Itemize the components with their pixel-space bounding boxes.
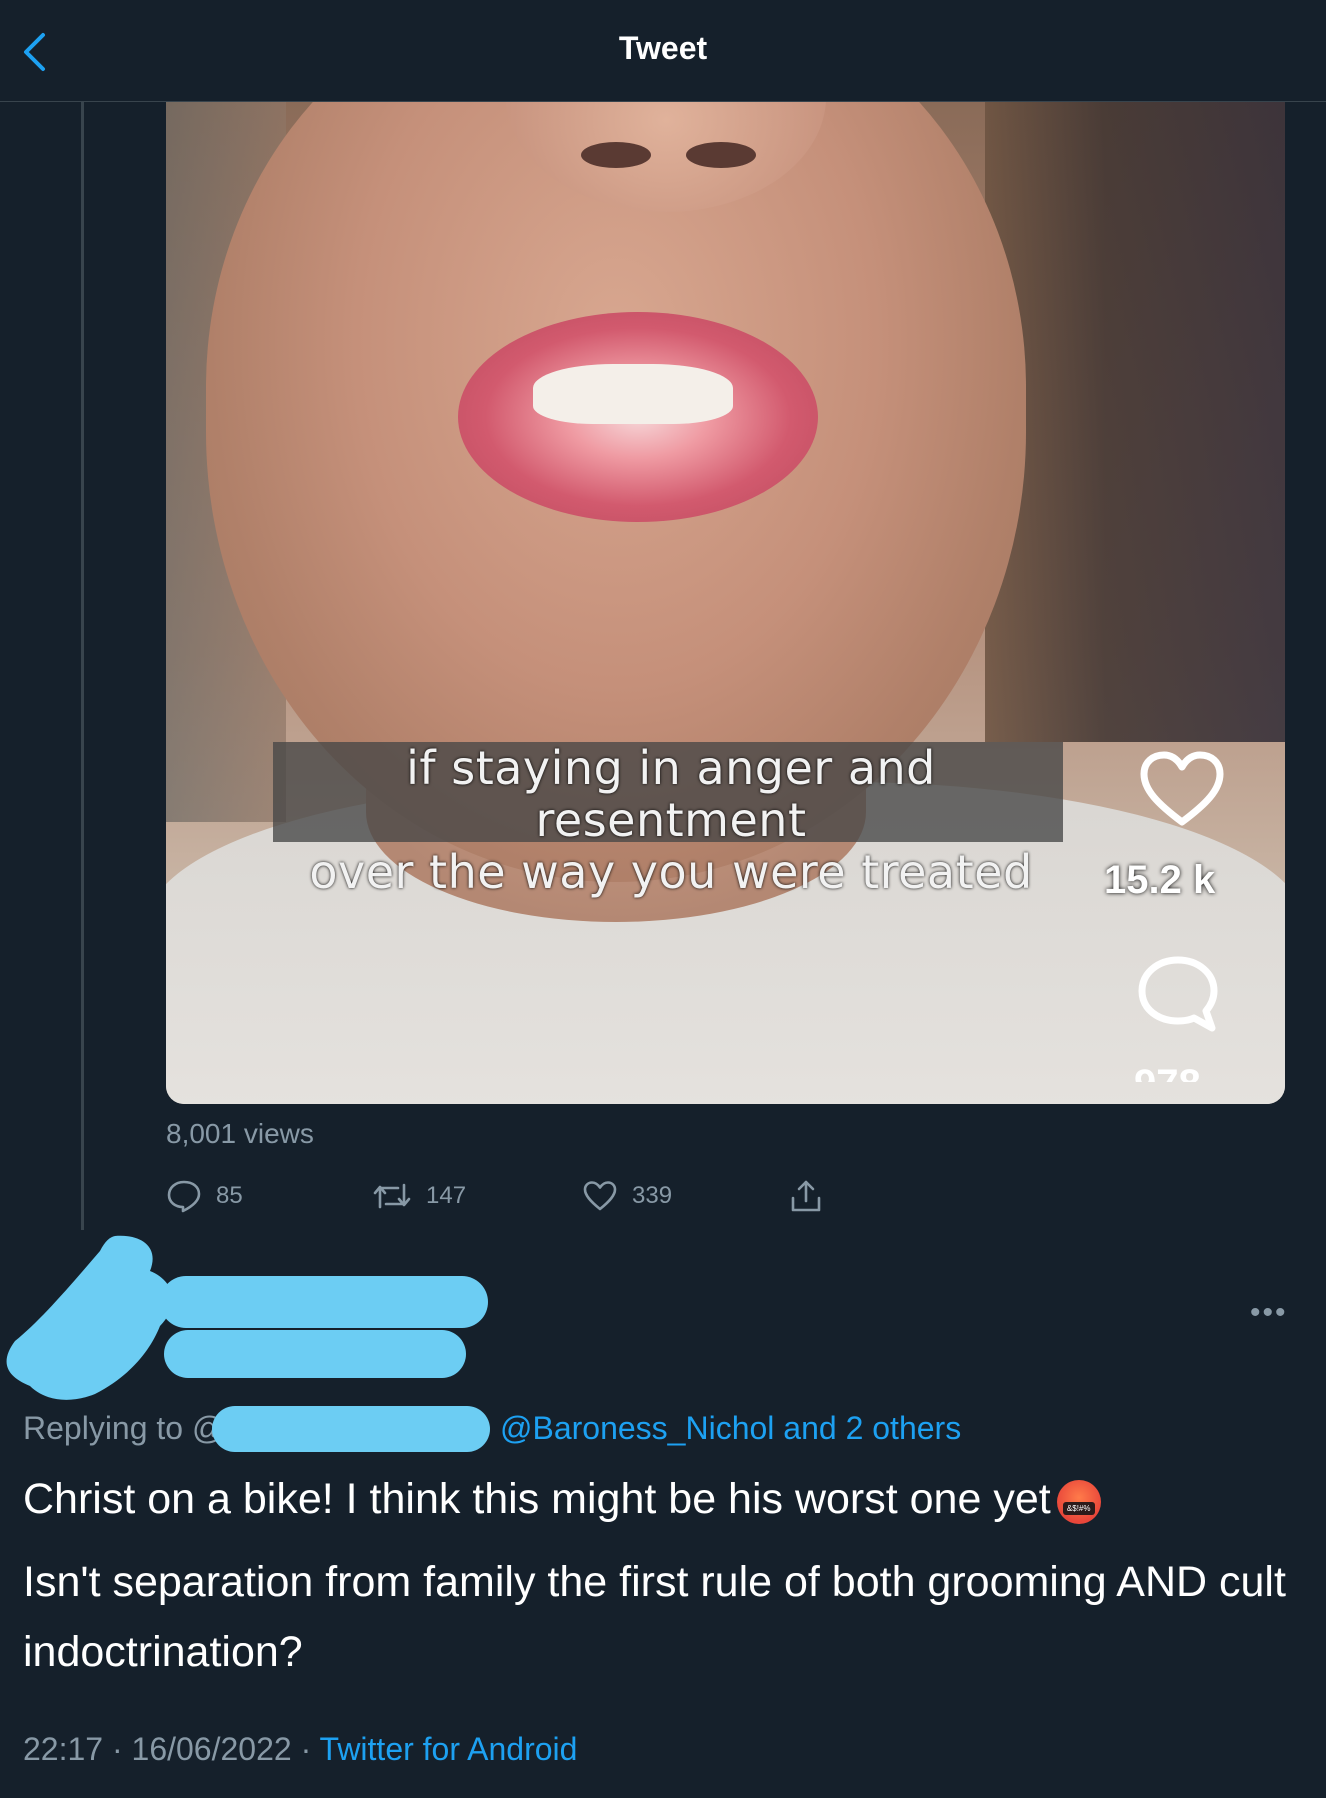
tweet-time: 22:17 xyxy=(23,1731,104,1767)
video-nostril xyxy=(686,142,756,168)
like-count: 339 xyxy=(632,1182,673,1209)
tweet-text: Christ on a bike! I think this might be … xyxy=(23,1464,1303,1700)
tweet-source-link[interactable]: Twitter for Android xyxy=(320,1731,578,1767)
tweet-video[interactable]: if staying in anger and resentment over … xyxy=(166,102,1285,1104)
top-nav-bar: Tweet xyxy=(0,0,1326,102)
face-with-symbols-emoji-icon: &$!#% xyxy=(1056,1479,1101,1524)
reply-count: 85 xyxy=(216,1182,243,1209)
tweet-text-paragraph-2: Isn't separation from family the first r… xyxy=(23,1558,1286,1676)
view-count: 8,001 views xyxy=(166,1118,314,1149)
replying-to-label: Replying to @ xyxy=(23,1410,225,1446)
reply-icon xyxy=(167,1180,201,1213)
more-dots-icon: ••• xyxy=(1250,1296,1288,1329)
tweet-page: Tweet if staying in anger and resentment… xyxy=(0,0,1326,1798)
video-mouth xyxy=(458,312,818,522)
replying-to-line: Replying to @ xyxy=(23,1410,224,1447)
heart-icon xyxy=(583,1181,617,1211)
retweet-button[interactable]: 147 xyxy=(372,1178,466,1214)
video-caption: if staying in anger and resentment over … xyxy=(276,742,1066,898)
page-title: Tweet xyxy=(618,30,708,66)
emoji-symbols-text: &$!#% xyxy=(1062,1501,1095,1515)
video-nostril xyxy=(581,142,651,168)
like-button[interactable]: 339 xyxy=(582,1178,672,1214)
meta-separator: · xyxy=(300,1731,312,1767)
tweet-text-paragraph-1: Christ on a bike! I think this might be … xyxy=(23,1464,1303,1534)
tweet-text-line1: Christ on a bike! I think this might be … xyxy=(23,1475,1051,1523)
video-teeth xyxy=(533,364,733,424)
more-options-button[interactable]: ••• xyxy=(1250,1296,1288,1330)
heart-icon xyxy=(1140,751,1224,826)
redacted-display-name xyxy=(160,1276,488,1328)
video-caption-line1: if staying in anger and resentment xyxy=(406,741,936,847)
video-like-count: 15.2 k xyxy=(1104,858,1216,902)
reply-button[interactable]: 85 xyxy=(166,1178,243,1214)
comment-icon xyxy=(1138,956,1218,1032)
redacted-mention xyxy=(212,1406,490,1452)
tweet-date: 16/06/2022 xyxy=(131,1731,292,1767)
share-button[interactable] xyxy=(788,1178,824,1214)
redacted-handle xyxy=(164,1330,466,1378)
retweet-count: 147 xyxy=(426,1182,467,1209)
meta-separator: · xyxy=(111,1731,123,1767)
thread-connector-line xyxy=(81,102,84,1230)
video-caption-line2: over the way you were treated xyxy=(309,845,1033,899)
share-icon xyxy=(791,1180,821,1212)
video-comment-count: 978 xyxy=(1134,1062,1201,1082)
replying-to-mentions[interactable]: @Baroness_Nichol and 2 others xyxy=(500,1410,961,1446)
replying-to-mentions-container: @Baroness_Nichol and 2 others xyxy=(500,1410,961,1447)
retweet-icon xyxy=(373,1183,411,1209)
video-background-bookshelf xyxy=(985,102,1285,742)
video-nose xyxy=(506,102,826,212)
tweet-metadata: 22:17 · 16/06/2022 · Twitter for Android xyxy=(23,1731,577,1768)
